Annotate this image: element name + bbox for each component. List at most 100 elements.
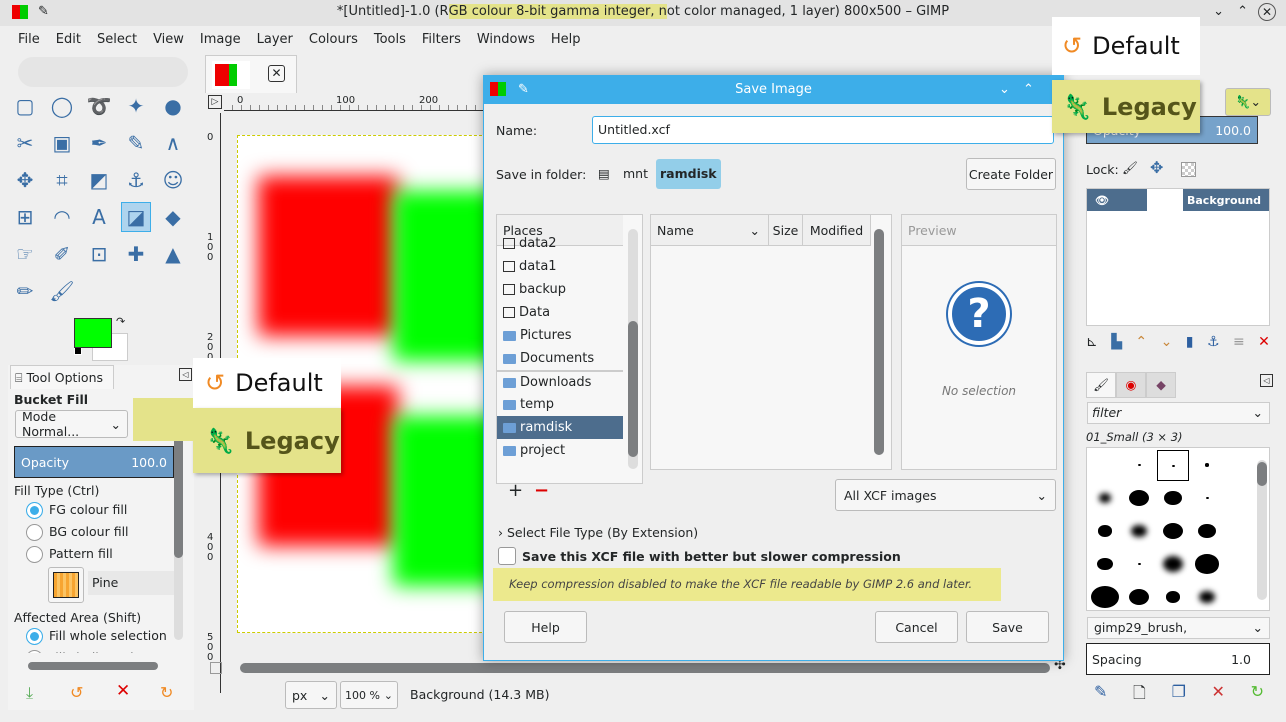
place-downloads[interactable]: Downloads <box>497 370 623 393</box>
warp-tool-icon[interactable]: ⚓ <box>121 165 151 195</box>
anchor-layer-icon[interactable]: ⚓ <box>1207 334 1220 350</box>
delete-layer-icon[interactable]: ✕ <box>1258 334 1270 350</box>
compression-checkbox[interactable]: Save this XCF file with better but slowe… <box>498 547 901 565</box>
bucket-fill-tool-icon[interactable]: ◪ <box>121 202 151 232</box>
tab-patterns[interactable]: ◉ <box>1116 372 1146 398</box>
text-tool-icon[interactable]: A <box>84 202 114 232</box>
opacity-slider[interactable]: Opacity 100.0 <box>14 446 174 478</box>
place-data1[interactable]: data1 <box>497 255 623 278</box>
new-layer-group-icon[interactable]: ⊾ <box>1086 334 1098 350</box>
menu-edit[interactable]: Edit <box>48 28 89 52</box>
select-file-type-expander[interactable]: › Select File Type (By Extension) <box>498 525 698 540</box>
new-brush-icon[interactable]: 🗋 <box>1133 682 1146 709</box>
raise-layer-icon[interactable]: ⌃ <box>1135 334 1147 350</box>
menu-image[interactable]: Image <box>192 28 249 52</box>
close-icon[interactable]: ✕ <box>1258 3 1276 21</box>
edit-brush-icon[interactable]: ✎ <box>1094 682 1107 709</box>
menu-tools[interactable]: Tools <box>366 28 414 52</box>
file-filter-select[interactable]: All XCF images ⌄ <box>835 479 1056 511</box>
puppet-tool-icon[interactable]: ☺ <box>158 165 188 195</box>
brush-cell[interactable] <box>1123 483 1155 514</box>
duplicate-brush-icon[interactable]: ❐ <box>1172 682 1186 709</box>
remove-place-icon[interactable]: − <box>534 480 549 501</box>
tab-tool-options[interactable]: ⌸ Tool Options <box>10 365 114 389</box>
layer-row[interactable]: 👁 Background <box>1087 189 1269 211</box>
folder-history-icon[interactable]: ▤ <box>598 166 610 181</box>
radio-pattern-fill[interactable]: Pattern fill <box>26 543 129 565</box>
save-button[interactable]: Save <box>966 611 1049 643</box>
maximize-icon[interactable]: ⌃ <box>1023 76 1034 104</box>
brush-cell[interactable] <box>1123 450 1155 481</box>
brush-cell[interactable] <box>1123 516 1155 547</box>
lock-position-icon[interactable]: ✥ <box>1150 158 1163 177</box>
pattern-preview[interactable] <box>48 567 84 603</box>
eraser-tool-icon[interactable]: ✐ <box>47 239 77 269</box>
minimize-icon[interactable]: ⌄ <box>1213 0 1224 24</box>
breadcrumb-ramdisk[interactable]: ramdisk <box>656 159 721 189</box>
place-pictures[interactable]: Pictures <box>497 324 623 347</box>
horizontal-scrollbar[interactable] <box>28 662 158 670</box>
menu-windows[interactable]: Windows <box>469 28 543 52</box>
default-colors-icon[interactable] <box>74 347 82 355</box>
brush-cell[interactable] <box>1089 483 1121 514</box>
transform-3d-tool-icon[interactable]: ◠ <box>47 202 77 232</box>
menu-help[interactable]: Help <box>543 28 589 52</box>
navigation-toggle[interactable] <box>210 662 222 674</box>
menu-filters[interactable]: Filters <box>414 28 469 52</box>
crop-tool-icon[interactable]: ⌗ <box>47 165 77 195</box>
quick-mask-menu-icon[interactable]: ▷ <box>208 95 222 109</box>
brush-scrollbar[interactable] <box>1257 460 1267 600</box>
paths-tool-icon[interactable]: ✒ <box>84 128 114 158</box>
brush-cell[interactable] <box>1157 450 1189 481</box>
file-list-scrollbar[interactable] <box>874 229 884 455</box>
place-ramdisk[interactable]: ramdisk <box>497 416 623 439</box>
brush-cell[interactable] <box>1191 549 1223 580</box>
menu-select[interactable]: Select <box>89 28 145 52</box>
place-project[interactable]: project <box>497 439 623 462</box>
gradient-tool-icon[interactable]: ◆ <box>158 202 188 232</box>
scissors-tool-icon[interactable]: ✂ <box>10 128 40 158</box>
brush-cell[interactable] <box>1157 582 1189 613</box>
minimize-icon[interactable]: ⌄ <box>999 76 1010 104</box>
column-modified[interactable]: Modified <box>803 215 871 245</box>
visibility-eye-icon[interactable]: 👁 <box>1087 194 1147 207</box>
refresh-brushes-icon[interactable]: ↻ <box>1251 682 1264 709</box>
brush-cell[interactable] <box>1123 549 1155 580</box>
fuzzy-select-tool-icon[interactable]: ✦ <box>121 91 151 121</box>
save-options-icon[interactable]: ⤓ <box>26 683 33 703</box>
layer-mode-style-select[interactable]: 🦎⌄ <box>1225 88 1271 116</box>
radio-fill-similar-colours[interactable]: Fill similar colours <box>26 647 167 653</box>
canvas-hscrollbar[interactable] <box>240 663 1050 673</box>
radio-bg-colour-fill[interactable]: BG colour fill <box>26 521 129 543</box>
brush-cell[interactable] <box>1157 483 1189 514</box>
swap-colors-icon[interactable]: ↷ <box>116 315 125 328</box>
brush-cell[interactable] <box>1191 450 1223 481</box>
zoom-select[interactable]: 100 % ⌄ <box>340 681 398 709</box>
merge-layer-icon[interactable]: ≡ <box>1233 334 1245 350</box>
smudge-tool-icon[interactable]: ☞ <box>10 239 40 269</box>
create-folder-button[interactable]: Create Folder <box>966 158 1056 190</box>
image-tab[interactable]: ✕ <box>205 55 297 93</box>
duplicate-layer-icon[interactable]: ▮ <box>1186 334 1194 350</box>
measure-tool-icon[interactable]: ∧ <box>158 128 188 158</box>
new-layer-icon[interactable]: ▙ <box>1111 334 1122 350</box>
panel-menu-icon[interactable]: ◁ <box>1260 374 1273 387</box>
lock-pixels-icon[interactable]: 🖌 <box>1122 160 1138 176</box>
free-select-tool-icon[interactable]: ➰ <box>84 91 114 121</box>
filename-input[interactable]: Untitled.xcf <box>592 116 1054 144</box>
brush-cell[interactable] <box>1123 582 1155 613</box>
maximize-icon[interactable]: ⌃ <box>1237 0 1248 24</box>
move-tool-icon[interactable]: ✥ <box>10 165 40 195</box>
mode-select[interactable]: Mode Normal... ⌄ <box>15 409 128 439</box>
heal-tool-icon[interactable]: ✚ <box>121 239 151 269</box>
lower-layer-icon[interactable]: ⌄ <box>1161 334 1173 350</box>
restore-options-icon[interactable]: ↺ <box>70 683 83 702</box>
pin-icon[interactable]: ✎ <box>518 76 529 104</box>
tool-options-scrollbar[interactable] <box>174 420 183 640</box>
reset-options-icon[interactable]: ↻ <box>160 683 173 702</box>
brush-cell[interactable] <box>1191 483 1223 514</box>
delete-options-icon[interactable]: ✕ <box>116 681 130 701</box>
place-data[interactable]: Data <box>497 301 623 324</box>
pencil-tool-icon[interactable]: ✏ <box>10 276 40 306</box>
radio-fill-whole-selection[interactable]: Fill whole selection <box>26 625 167 647</box>
